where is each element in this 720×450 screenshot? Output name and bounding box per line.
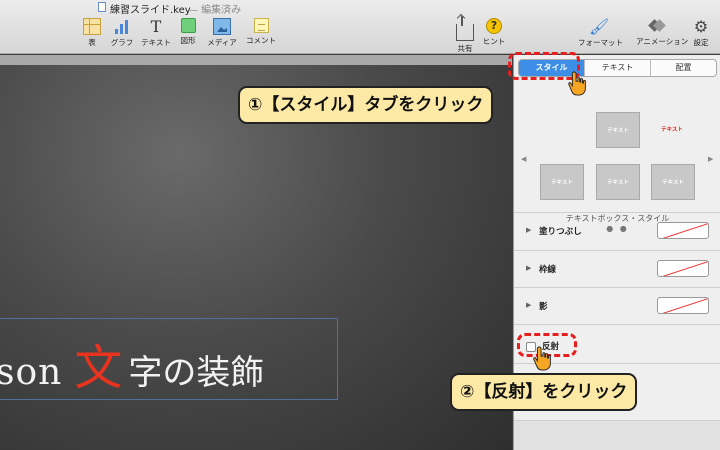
- pointer-cursor-icon: [533, 346, 551, 371]
- hint-icon: ?: [486, 18, 502, 34]
- style-thumb[interactable]: テキスト: [651, 164, 695, 200]
- slide-title-text[interactable]: son 文字の装飾: [0, 328, 264, 398]
- comment-icon: [253, 18, 269, 33]
- tab-arrange[interactable]: 配置: [651, 60, 716, 76]
- share-icon: [456, 16, 474, 41]
- tab-text[interactable]: テキスト: [585, 60, 651, 76]
- fill-row[interactable]: ▶ 塗りつぶし: [514, 213, 720, 249]
- media-label: メディア: [207, 38, 237, 47]
- animation-icon: [648, 18, 664, 34]
- divider: [514, 324, 720, 325]
- border-swatch[interactable]: [657, 260, 709, 277]
- callout-step2: ②【反射】をクリック: [450, 373, 638, 411]
- shadow-label: 影: [539, 302, 548, 312]
- settings-label: 設定: [693, 38, 709, 47]
- style-thumb[interactable]: テキスト: [540, 164, 584, 200]
- style-thumb[interactable]: テキスト: [650, 112, 694, 148]
- callout-step1: ①【スタイル】タブをクリック: [238, 86, 494, 124]
- edited-status: — 編集済み: [188, 5, 242, 16]
- window-title: 練習スライド.key: [110, 5, 191, 16]
- settings-button[interactable]: ⚙ 設定: [681, 18, 720, 52]
- animation-button[interactable]: アニメーション: [636, 18, 689, 52]
- comment-label: コメント: [246, 36, 276, 45]
- slide-text-part-a: son: [0, 352, 63, 393]
- format-button[interactable]: 🖌 フォーマット: [578, 17, 623, 52]
- fill-swatch[interactable]: [657, 222, 709, 239]
- toolbar: 練習スライド.key — 編集済み 表 グラフ T テキスト 図形 メディア コ…: [0, 0, 720, 54]
- title-bar: 練習スライド.key — 編集済み: [0, 1, 720, 16]
- comment-button[interactable]: コメント: [241, 18, 281, 52]
- chart-icon: [113, 18, 131, 35]
- disclosure-triangle-icon[interactable]: ▶: [526, 226, 531, 234]
- styles-next-arrow-icon[interactable]: ▶: [708, 155, 713, 163]
- styles-prev-arrow-icon[interactable]: ◀: [521, 155, 526, 163]
- format-brush-icon: 🖌: [589, 17, 610, 36]
- text-box-styles: テキスト テキスト テキスト テキスト テキスト ◀ ▶ テキストボックス・スタ…: [514, 79, 720, 233]
- hint-label: ヒント: [482, 37, 506, 46]
- keynote-document-icon: [98, 2, 106, 12]
- slide-text-part-c: 字の装飾: [128, 353, 265, 393]
- table-icon: [83, 18, 101, 35]
- border-row[interactable]: ▶ 枠線: [514, 251, 720, 287]
- canvas-top-strip: [0, 55, 512, 65]
- pointer-cursor-icon: [568, 71, 586, 96]
- text-icon: T: [150, 17, 162, 36]
- disclosure-triangle-icon[interactable]: ▶: [526, 264, 531, 272]
- shadow-swatch[interactable]: [657, 297, 709, 314]
- disclosure-triangle-icon[interactable]: ▶: [526, 301, 531, 309]
- shadow-row[interactable]: ▶ 影: [514, 288, 720, 324]
- slide-text-red-char: 文: [74, 340, 123, 396]
- media-icon: [213, 18, 231, 35]
- inspector-footer: [514, 420, 720, 450]
- fill-label: 塗りつぶし: [539, 227, 582, 237]
- shape-icon: [180, 18, 196, 33]
- border-label: 枠線: [539, 265, 557, 275]
- settings-gear-icon: ⚙: [693, 17, 709, 36]
- style-thumb[interactable]: テキスト: [596, 164, 640, 200]
- format-label: フォーマット: [578, 38, 623, 47]
- media-button[interactable]: メディア: [202, 18, 242, 52]
- animation-label: アニメーション: [636, 37, 689, 46]
- style-thumb[interactable]: テキスト: [596, 112, 640, 148]
- hint-button[interactable]: ? ヒント: [474, 18, 514, 52]
